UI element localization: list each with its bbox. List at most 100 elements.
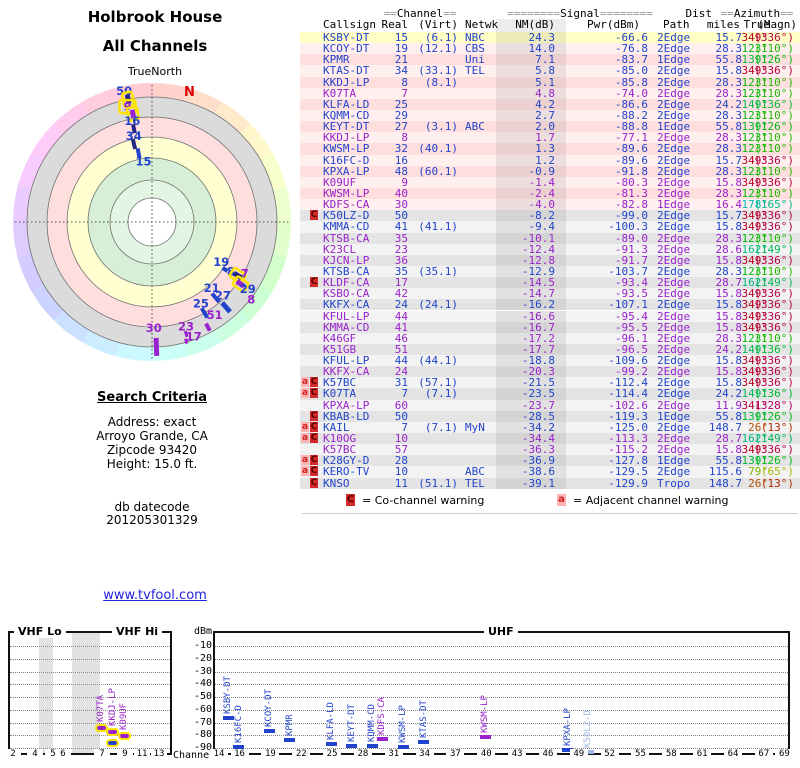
cell-real-channel: 7 <box>401 388 408 399</box>
cell-virtual-channel: (8.1) <box>425 77 458 88</box>
cell-callsign: KERO-TV <box>323 466 369 477</box>
cell-path: 2Edge <box>657 388 690 399</box>
cell-power-dbm: -107.1 <box>608 299 648 310</box>
cell-virtual-channel: (3.1) <box>425 121 458 132</box>
channel-number-label: 17 <box>186 330 202 344</box>
uhf-channel-tick: 43 <box>508 749 526 759</box>
channel-number-label: 15 <box>135 155 151 169</box>
cell-path: 2Edge <box>657 221 690 232</box>
dbm-gridline <box>10 710 170 711</box>
cell-network: TEL <box>465 65 485 76</box>
col-header-miles: miles <box>707 19 740 31</box>
table-row: KTAS-DT34(33.1)TEL5.8-85.02Edge15.8349°(… <box>300 65 800 76</box>
bar-label-kwsm-lp: KWSM-LP <box>398 706 408 744</box>
cell-power-dbm: -129.5 <box>608 466 648 477</box>
bar-label-k50lz-d: K50LZ-D <box>583 710 593 748</box>
cell-callsign: K07TA <box>323 388 356 399</box>
uhf-channel-tick: 67 <box>755 749 773 759</box>
cell-virtual-channel: (60.1) <box>418 166 458 177</box>
bar-label-k16fc-d: K16FC-D <box>234 706 244 744</box>
nm-column-shading <box>496 110 566 121</box>
uhf-channel-tick: 22 <box>292 749 310 759</box>
cell-dist-miles: 28.3 <box>716 143 743 154</box>
cell-dist-miles: 115.6 <box>709 466 742 477</box>
cell-path: 2Edge <box>657 65 690 76</box>
co-channel-warning-icon: C <box>310 411 318 421</box>
uhf-channel-tick: 64 <box>724 749 742 759</box>
dbm-gridline <box>10 659 170 660</box>
adjacent-warning-icon: a <box>301 455 309 465</box>
cell-dist-miles: 15.8 <box>716 299 743 310</box>
uhf-channel-tick: 28 <box>354 749 372 759</box>
cell-power-dbm: -129.9 <box>608 478 648 489</box>
dbm-gridline <box>10 723 170 724</box>
vhf-channel-tick: 7 <box>94 749 110 759</box>
cell-nm-db: -23.5 <box>522 388 555 399</box>
cell-power-dbm: -114.4 <box>608 388 648 399</box>
uhf-channel-tick: 19 <box>261 749 279 759</box>
bar-label-k07ta: K07TA <box>96 695 106 722</box>
cell-path: 2Edge <box>657 143 690 154</box>
col-header-virt: (Virt) <box>418 19 458 31</box>
dbm-tick-label: -80 <box>168 729 212 740</box>
bar-label-k09uf: K09UF <box>119 703 129 730</box>
dbm-gridline <box>10 684 170 685</box>
cell-power-dbm: -89.6 <box>615 143 648 154</box>
cell-azimuth-magnetic: (336°) <box>754 221 794 232</box>
table-row: KFUL-LP44-16.6-95.42Edge15.8349°(336°) <box>300 311 800 322</box>
table-row: CKNSO11(51.1)TEL-39.1-129.9Tropo148.726°… <box>300 478 800 489</box>
uhf-channel-tick: 37 <box>446 749 464 759</box>
dbm-gridline <box>10 735 170 736</box>
bar-label-ktas-dt: KTAS-DT <box>419 700 429 738</box>
uhf-channel-tick: 25 <box>323 749 341 759</box>
report-subtitle: All Channels <box>20 37 290 55</box>
dbm-tick-label: -20 <box>168 653 212 664</box>
cell-nm-db: -16.2 <box>522 299 555 310</box>
uhf-channel-tick: 49 <box>570 749 588 759</box>
vhf-channel-tick: 2 <box>5 749 21 759</box>
nm-column-shading <box>496 155 566 166</box>
col-header-netwk: Netwk <box>465 19 498 31</box>
cell-virtual-channel: (24.1) <box>418 299 458 310</box>
table-row: K16FC-D161.2-89.62Edge15.7349°(336°) <box>300 155 800 166</box>
bar-label-keyt-dt: KEYT-DT <box>347 705 357 743</box>
report-title: Holbrook House <box>20 8 290 26</box>
uhf-title: UHF <box>484 625 518 638</box>
search-height: Height: 15.0 ft. <box>42 457 262 471</box>
cell-dist-miles: 15.8 <box>716 65 743 76</box>
adjacent-warning-icon: a <box>301 388 309 398</box>
db-datecode-value: 201205301329 <box>42 514 262 527</box>
table-row: aCK07TA7(7.1)-23.5-114.42Edge24.2149°(13… <box>300 388 800 399</box>
nm-column-shading <box>496 65 566 76</box>
search-zipcode: Zipcode 93420 <box>42 443 262 457</box>
bar-label-kpxa-lp: KPXA-LP <box>563 708 573 746</box>
cell-azimuth-magnetic: (65°) <box>761 466 794 477</box>
signal-bar-kcoy-dt <box>264 729 275 733</box>
nm-column-shading <box>496 132 566 143</box>
cell-network: MyN <box>465 422 485 433</box>
cell-path: 2Edge <box>657 299 690 310</box>
tvfool-link[interactable]: www.tvfool.com <box>103 588 207 603</box>
dbm-tick-label: -50 <box>168 691 212 702</box>
nm-column-shading <box>496 54 566 65</box>
signal-bar-keyt-dt <box>346 744 357 748</box>
tvfool-report-page: Holbrook House All Channels TrueNorth N5… <box>0 0 800 768</box>
nm-column-shading <box>496 77 566 88</box>
dbm-axis-label: dBm <box>168 626 212 637</box>
warning-legend: C = Co-channel warning a = Adjacent chan… <box>300 492 800 508</box>
channel-number-label: 7 <box>241 266 249 280</box>
table-row: aCKERO-TV10ABC-38.6-129.52Edge115.679°(6… <box>300 466 800 477</box>
nm-column-shading <box>496 88 566 99</box>
co-channel-warning-icon: C <box>346 494 355 506</box>
cell-nm-db: -39.1 <box>522 478 555 489</box>
dbm-tick-label: -90 <box>168 742 212 753</box>
cell-azimuth-magnetic: (336°) <box>754 65 794 76</box>
bar-label-ksby-dt: KSBY-DT <box>223 676 233 714</box>
uhf-channel-tick: 46 <box>539 749 557 759</box>
tvfool-link-wrap: www.tvfool.com <box>95 588 215 603</box>
dbm-gridline <box>10 672 170 673</box>
bar-label-kpmr: KPMR <box>285 714 295 736</box>
vhf-channel-tick: 13 <box>151 749 167 759</box>
channel-number-label: 51 <box>207 308 223 322</box>
cell-virtual-channel: (44.1) <box>418 355 458 366</box>
